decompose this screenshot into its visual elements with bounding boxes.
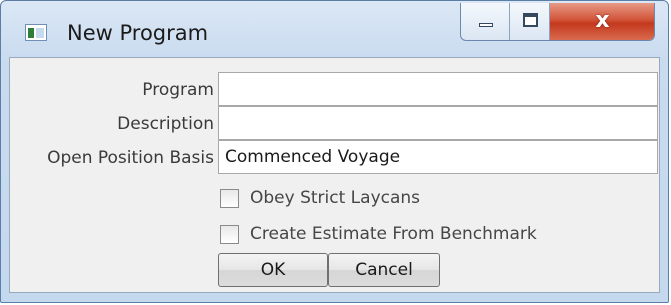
close-button[interactable]: x xyxy=(550,3,654,40)
program-input[interactable] xyxy=(218,72,658,106)
window-title: New Program xyxy=(67,21,209,45)
program-label: Program xyxy=(142,80,214,100)
new-program-dialog: New Program x Program Description Open P… xyxy=(0,0,669,303)
maximize-icon xyxy=(523,13,538,27)
title-bar[interactable]: New Program x xyxy=(1,1,668,57)
create-estimate-label: Create Estimate From Benchmark xyxy=(250,224,537,244)
maximize-button[interactable] xyxy=(510,3,550,40)
create-estimate-checkbox[interactable] xyxy=(220,225,239,244)
close-icon: x xyxy=(595,8,610,33)
minimize-button[interactable] xyxy=(461,3,510,40)
cancel-button[interactable]: Cancel xyxy=(328,253,440,287)
caption-buttons: x xyxy=(460,3,655,41)
dialog-body: Program Description Open Position Basis … xyxy=(9,57,660,293)
description-label: Description xyxy=(117,114,214,134)
open-position-basis-field[interactable]: Commenced Voyage xyxy=(218,140,658,174)
minimize-icon xyxy=(479,23,493,27)
obey-strict-laycans-label: Obey Strict Laycans xyxy=(250,188,421,208)
app-window-icon xyxy=(25,24,47,41)
obey-strict-laycans-checkbox[interactable] xyxy=(220,189,239,208)
description-input[interactable] xyxy=(218,106,658,140)
open-position-basis-label: Open Position Basis xyxy=(47,148,214,168)
ok-button[interactable]: OK xyxy=(218,253,328,287)
